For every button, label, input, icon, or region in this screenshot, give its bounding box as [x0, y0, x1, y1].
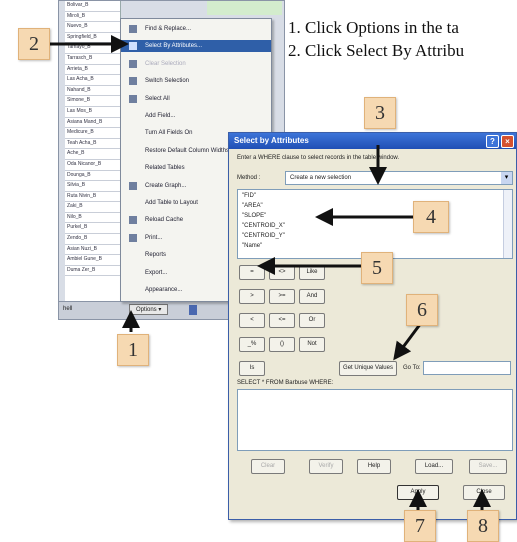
callout-3: 3 [364, 97, 396, 129]
callout-5: 5 [361, 252, 393, 284]
callout-7: 7 [404, 510, 436, 542]
callout-6: 6 [406, 294, 438, 326]
callout-8: 8 [467, 510, 499, 542]
annotation-arrows [46, 35, 491, 512]
arrow-6 [393, 322, 423, 361]
callout-2: 2 [18, 28, 50, 60]
callout-1: 1 [117, 334, 149, 366]
callout-4: 4 [413, 201, 449, 233]
